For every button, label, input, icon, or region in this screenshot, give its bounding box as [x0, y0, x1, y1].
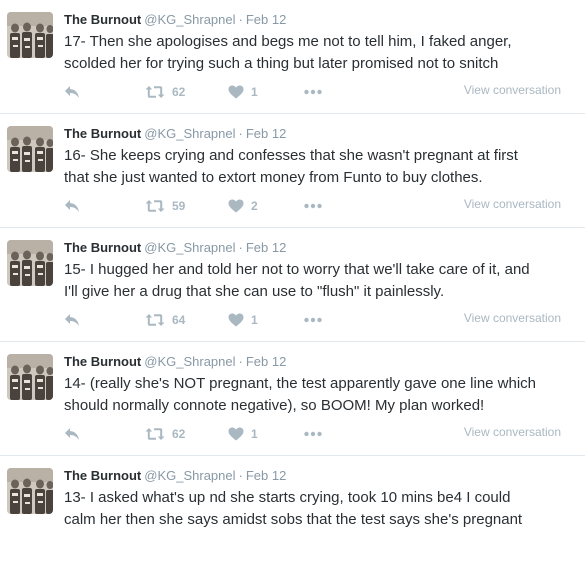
more-button[interactable] [304, 83, 322, 101]
tweet-header: The Burnout @KG_Shrapnel · Feb 12 [64, 125, 286, 142]
tweet[interactable]: The Burnout @KG_Shrapnel · Feb 12 17- Then … [0, 0, 585, 114]
retweet-button[interactable]: 62 [145, 83, 185, 101]
retweet-button[interactable]: 64 [145, 311, 185, 329]
retweet-count: 62 [172, 427, 186, 441]
tweet-header: The Burnout @KG_Shrapnel · Feb 12 [64, 239, 286, 256]
tweet-header: The Burnout @KG_Shrapnel · Feb 12 [64, 11, 286, 28]
reply-icon [65, 428, 79, 440]
tweet-text: 17- Then she apologises and begs me not … [64, 31, 579, 75]
like-button[interactable]: 2 [228, 197, 258, 215]
author-handle[interactable]: @KG_Shrapnel [144, 468, 235, 483]
like-count: 2 [251, 199, 258, 213]
tweet-date[interactable]: Feb 12 [246, 240, 286, 255]
author-handle[interactable]: @KG_Shrapnel [144, 354, 235, 369]
heart-icon [228, 85, 244, 99]
retweet-icon [145, 200, 165, 212]
like-button[interactable]: 1 [228, 425, 258, 443]
view-conversation-link[interactable]: View conversation [464, 425, 561, 439]
tweet-text-line: 17- Then she apologises and begs me not … [64, 33, 512, 50]
tweet-text-line: 13- I asked what's up nd she starts cryi… [64, 489, 511, 506]
avatar[interactable] [7, 354, 53, 400]
retweet-button[interactable]: 62 [145, 425, 185, 443]
retweet-icon [145, 314, 165, 326]
tweet-text: 16- She keeps crying and confesses that … [64, 145, 579, 189]
heart-icon [228, 427, 244, 441]
more-button[interactable] [304, 311, 322, 329]
reply-icon [65, 200, 79, 212]
view-conversation-link[interactable]: View conversation [464, 311, 561, 325]
retweet-icon [145, 428, 165, 440]
tweet-header: The Burnout @KG_Shrapnel · Feb 12 [64, 353, 286, 370]
tweet-header: The Burnout @KG_Shrapnel · Feb 12 [64, 467, 286, 484]
more-dots-icon [304, 317, 322, 323]
tweet-text-line: 16- She keeps crying and confesses that … [64, 147, 518, 164]
separator-dot: · [238, 354, 243, 369]
reply-icon [65, 86, 79, 98]
like-count: 1 [251, 313, 258, 327]
heart-icon [228, 199, 244, 213]
tweet-actions: 64 1 View conversation [64, 311, 579, 329]
author-handle[interactable]: @KG_Shrapnel [144, 12, 235, 27]
more-dots-icon [304, 203, 322, 209]
avatar[interactable] [7, 468, 53, 514]
tweet-text: 14- (really she's NOT pregnant, the test… [64, 373, 579, 417]
retweet-icon [145, 86, 165, 98]
heart-icon [228, 313, 244, 327]
tweet-date[interactable]: Feb 12 [246, 468, 286, 483]
avatar[interactable] [7, 240, 53, 286]
tweet[interactable]: The Burnout @KG_Shrapnel · Feb 12 16- She k… [0, 114, 585, 228]
tweet-text-line: that she just wanted to extort money fro… [64, 169, 483, 186]
tweet[interactable]: The Burnout @KG_Shrapnel · Feb 12 14- (real… [0, 342, 585, 456]
reply-button[interactable] [64, 197, 80, 215]
avatar[interactable] [7, 126, 53, 172]
view-conversation-link[interactable]: View conversation [464, 83, 561, 97]
view-conversation-link[interactable]: View conversation [464, 197, 561, 211]
retweet-count: 64 [172, 313, 186, 327]
separator-dot: · [238, 126, 243, 141]
more-dots-icon [304, 431, 322, 437]
tweet-text-line: calm her then she says amidst sobs that … [64, 511, 523, 528]
tweet-actions: 62 1 View conversation [64, 425, 579, 443]
reply-button[interactable] [64, 83, 80, 101]
author-name[interactable]: The Burnout [64, 12, 141, 27]
tweet-date[interactable]: Feb 12 [246, 354, 286, 369]
tweet-actions: 62 1 View conversation [64, 83, 579, 101]
more-button[interactable] [304, 197, 322, 215]
retweet-count: 62 [172, 85, 186, 99]
like-button[interactable]: 1 [228, 83, 258, 101]
separator-dot: · [238, 12, 243, 27]
tweet-text: 15- I hugged her and told her not to wor… [64, 259, 579, 303]
reply-button[interactable] [64, 425, 80, 443]
tweet-text-line: 14- (really she's NOT pregnant, the test… [64, 375, 537, 392]
author-handle[interactable]: @KG_Shrapnel [144, 240, 235, 255]
reply-button[interactable] [64, 311, 80, 329]
tweet-timeline: The Burnout @KG_Shrapnel · Feb 12 17- Then … [0, 0, 585, 539]
tweet-date[interactable]: Feb 12 [246, 126, 286, 141]
more-button[interactable] [304, 425, 322, 443]
author-name[interactable]: The Burnout [64, 468, 141, 483]
tweet[interactable]: The Burnout @KG_Shrapnel · Feb 12 15- I hug… [0, 228, 585, 342]
tweet-actions: 59 2 View conversation [64, 197, 579, 215]
author-handle[interactable]: @KG_Shrapnel [144, 126, 235, 141]
avatar[interactable] [7, 12, 53, 58]
tweet-text: 13- I asked what's up nd she starts cryi… [64, 487, 579, 531]
like-button[interactable]: 1 [228, 311, 258, 329]
separator-dot: · [238, 240, 243, 255]
author-name[interactable]: The Burnout [64, 354, 141, 369]
separator-dot: · [238, 468, 243, 483]
tweet[interactable]: The Burnout @KG_Shrapnel · Feb 12 13- I ask… [0, 456, 585, 570]
tweet-text-line: I'll give her a drug that she can use to… [64, 283, 445, 300]
retweet-button[interactable]: 59 [145, 197, 185, 215]
more-dots-icon [304, 89, 322, 95]
tweet-text-line: 15- I hugged her and told her not to wor… [64, 261, 530, 278]
author-name[interactable]: The Burnout [64, 126, 141, 141]
reply-icon [65, 314, 79, 326]
like-count: 1 [251, 85, 258, 99]
tweet-text-line: scolded her for trying such a thing but … [64, 55, 499, 72]
tweet-date[interactable]: Feb 12 [246, 12, 286, 27]
retweet-count: 59 [172, 199, 186, 213]
tweet-text-line: should normally connote negative), so BO… [64, 397, 485, 414]
like-count: 1 [251, 427, 258, 441]
author-name[interactable]: The Burnout [64, 240, 141, 255]
